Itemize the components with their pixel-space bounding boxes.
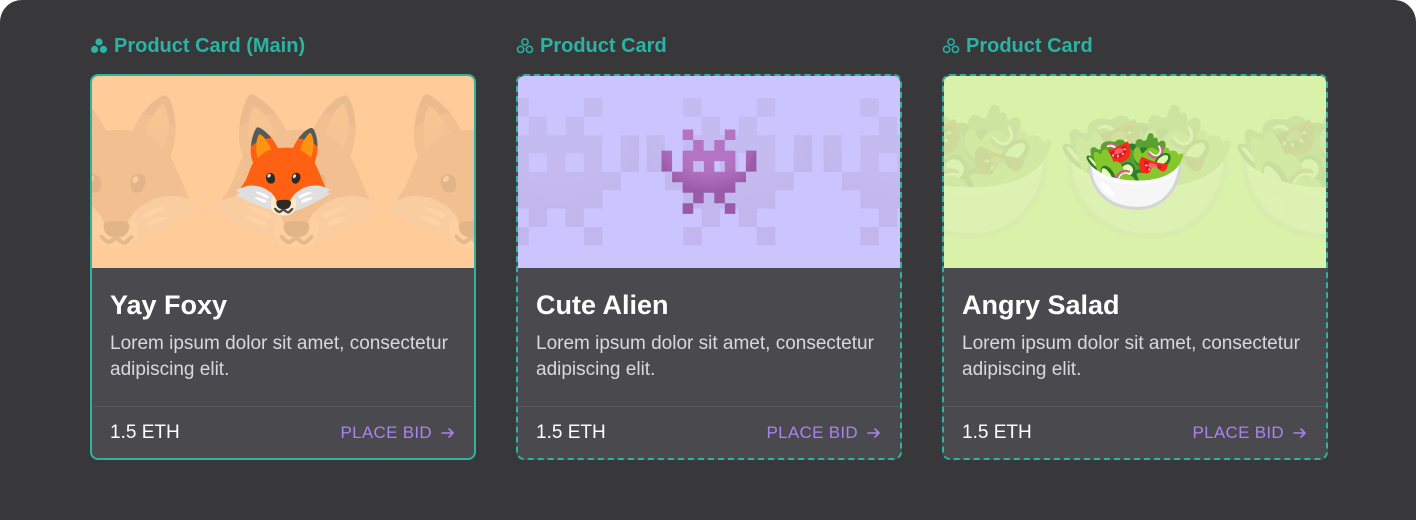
hero-background-emoji: 👾 — [813, 86, 900, 256]
card-footer: 1.5 ETH PLACE BID — [518, 406, 900, 458]
frame-label-text: Product Card — [966, 34, 1093, 57]
place-bid-label: PLACE BID — [1192, 422, 1284, 442]
alien-emoji: 👾 — [655, 124, 763, 220]
hero-background-emoji: 🦊 — [377, 86, 474, 256]
product-card-main-frame[interactable]: Product Card (Main) 🦊 🦊 🦊 🦊 Yay Foxy Lor… — [90, 32, 476, 460]
product-card[interactable]: 🥗 🥗 🥗 🥗 Angry Salad Lorem ipsum dolor si… — [942, 74, 1328, 460]
salad-emoji: 🥗 — [1081, 124, 1189, 220]
component-main-icon — [91, 38, 107, 53]
card-hero-image: 🥗 🥗 🥗 🥗 — [944, 76, 1326, 268]
card-info: Angry Salad Lorem ipsum dolor sit amet, … — [944, 268, 1326, 386]
hero-background-emoji: 👾 — [518, 86, 650, 256]
card-title: Cute Alien — [536, 290, 669, 320]
place-bid-button[interactable]: PLACE BID — [1192, 423, 1308, 443]
hero-background-emoji: 🥗 — [1229, 86, 1326, 256]
hero-background-emoji: 🥗 — [944, 86, 1061, 256]
product-card-instance-frame[interactable]: Product Card 👾 👾 👾 👾 Cute Alien Lorem ip… — [516, 32, 902, 460]
component-instance-icon — [942, 38, 960, 54]
frame-label[interactable]: Product Card — [516, 32, 902, 60]
arrow-right-icon — [1293, 427, 1306, 438]
place-bid-label: PLACE BID — [340, 422, 432, 442]
card-description: Lorem ipsum dolor sit amet, consectetur … — [110, 333, 448, 380]
arrow-right-icon — [441, 427, 454, 438]
card-hero-image: 👾 👾 👾 👾 — [518, 76, 900, 268]
fox-emoji: 🦊 — [229, 124, 337, 220]
arrow-right-icon — [867, 427, 880, 438]
component-instance-icon — [516, 38, 534, 54]
card-title: Angry Salad — [962, 290, 1120, 320]
card-info: Yay Foxy Lorem ipsum dolor sit amet, con… — [92, 268, 474, 386]
price-label: 1.5 ETH — [110, 421, 180, 443]
card-description: Lorem ipsum dolor sit amet, consectetur … — [962, 333, 1300, 380]
card-hero-image: 🦊 🦊 🦊 🦊 — [92, 76, 474, 268]
card-footer: 1.5 ETH PLACE BID — [944, 406, 1326, 458]
place-bid-button[interactable]: PLACE BID — [766, 423, 882, 443]
product-card[interactable]: 👾 👾 👾 👾 Cute Alien Lorem ipsum dolor sit… — [516, 74, 902, 460]
card-info: Cute Alien Lorem ipsum dolor sit amet, c… — [518, 268, 900, 386]
frame-label[interactable]: Product Card — [942, 32, 1328, 60]
frame-label[interactable]: Product Card (Main) — [90, 32, 476, 60]
frame-label-text: Product Card — [540, 34, 667, 57]
card-title: Yay Foxy — [110, 290, 228, 320]
card-footer: 1.5 ETH PLACE BID — [92, 406, 474, 458]
hero-background-emoji: 🦊 — [92, 86, 209, 256]
place-bid-label: PLACE BID — [766, 422, 858, 442]
price-label: 1.5 ETH — [962, 421, 1032, 443]
frame-label-text: Product Card (Main) — [114, 34, 306, 57]
place-bid-button[interactable]: PLACE BID — [340, 423, 456, 443]
design-canvas: Product Card (Main) 🦊 🦊 🦊 🦊 Yay Foxy Lor… — [0, 0, 1416, 520]
price-label: 1.5 ETH — [536, 421, 606, 443]
card-description: Lorem ipsum dolor sit amet, consectetur … — [536, 333, 874, 380]
product-card-instance-frame[interactable]: Product Card 🥗 🥗 🥗 🥗 Angry Salad Lorem i… — [942, 32, 1328, 460]
product-card[interactable]: 🦊 🦊 🦊 🦊 Yay Foxy Lorem ipsum dolor sit a… — [90, 74, 476, 460]
